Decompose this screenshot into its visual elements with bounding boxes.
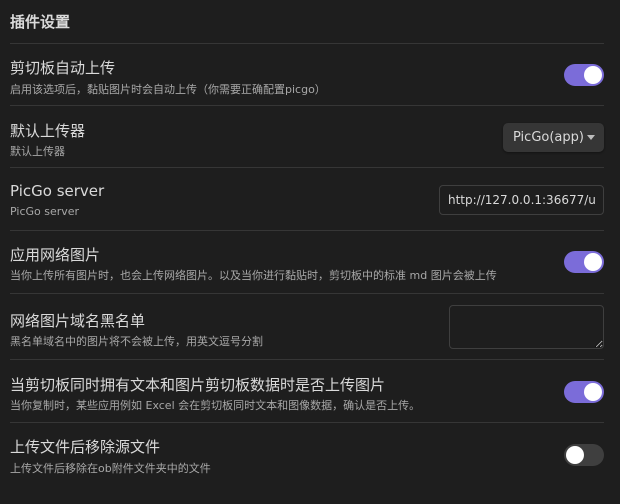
toggle-knob (566, 446, 584, 464)
setting-upload-when-text-and-image: 当剪切板同时拥有文本和图片剪切板数据时是否上传图片 当你复制时，某些应用例如 E… (10, 359, 604, 423)
chevron-down-icon (587, 135, 595, 140)
setting-name: 当剪切板同时拥有文本和图片剪切板数据时是否上传图片 (10, 376, 386, 394)
setting-description: 默认上传器 (10, 145, 65, 158)
picgo-server-input[interactable] (439, 185, 604, 215)
dropdown-selected-value: PicGo(app) (513, 130, 584, 145)
setting-clipboard-auto-upload: 剪切板自动上传 启用该选项后，黏贴图片时会自动上传（你需要正确配置picgo） (10, 43, 604, 106)
default-uploader-select[interactable]: PicGo(app) (503, 123, 604, 152)
setting-description: 启用该选项后，黏贴图片时会自动上传（你需要正确配置picgo） (10, 83, 326, 96)
setting-default-uploader: 默认上传器 默认上传器 PicGo(app) (10, 105, 604, 168)
setting-name: 上传文件后移除源文件 (10, 438, 161, 456)
setting-description: 当你复制时，某些应用例如 Excel 会在剪切板同时文本和图像数据，确认是否上传… (10, 399, 421, 412)
upload-text-and-image-toggle[interactable] (564, 381, 604, 403)
clipboard-auto-upload-toggle[interactable] (564, 64, 604, 86)
toggle-knob (584, 383, 602, 401)
setting-description: 上传文件后移除在ob附件文件夹中的文件 (10, 462, 211, 475)
setting-name: PicGo server (10, 182, 105, 200)
toggle-knob (584, 253, 602, 271)
remove-source-file-toggle[interactable] (564, 444, 604, 466)
domain-blacklist-textarea[interactable] (449, 305, 604, 349)
toggle-knob (584, 66, 602, 84)
setting-name: 默认上传器 (10, 122, 86, 140)
setting-name: 剪切板自动上传 (10, 59, 116, 77)
setting-name: 网络图片域名黑名单 (10, 312, 146, 330)
setting-domain-blacklist: 网络图片域名黑名单 黑名单域名中的图片将不会被上传，用英文逗号分割 (10, 293, 604, 360)
setting-description: 当你上传所有图片时，也会上传网络图片。以及当你进行黏贴时，剪切板中的标准 md … (10, 269, 497, 282)
setting-apply-network-images: 应用网络图片 当你上传所有图片时，也会上传网络图片。以及当你进行黏贴时，剪切板中… (10, 230, 604, 294)
setting-description: PicGo server (10, 205, 80, 218)
settings-heading: 插件设置 (10, 13, 71, 31)
setting-remove-source-file: 上传文件后移除源文件 上传文件后移除在ob附件文件夹中的文件 (10, 422, 604, 485)
setting-name: 应用网络图片 (10, 246, 101, 264)
setting-description: 黑名单域名中的图片将不会被上传，用英文逗号分割 (10, 335, 263, 348)
apply-network-images-toggle[interactable] (564, 251, 604, 273)
setting-picgo-server: PicGo server PicGo server (10, 167, 604, 231)
